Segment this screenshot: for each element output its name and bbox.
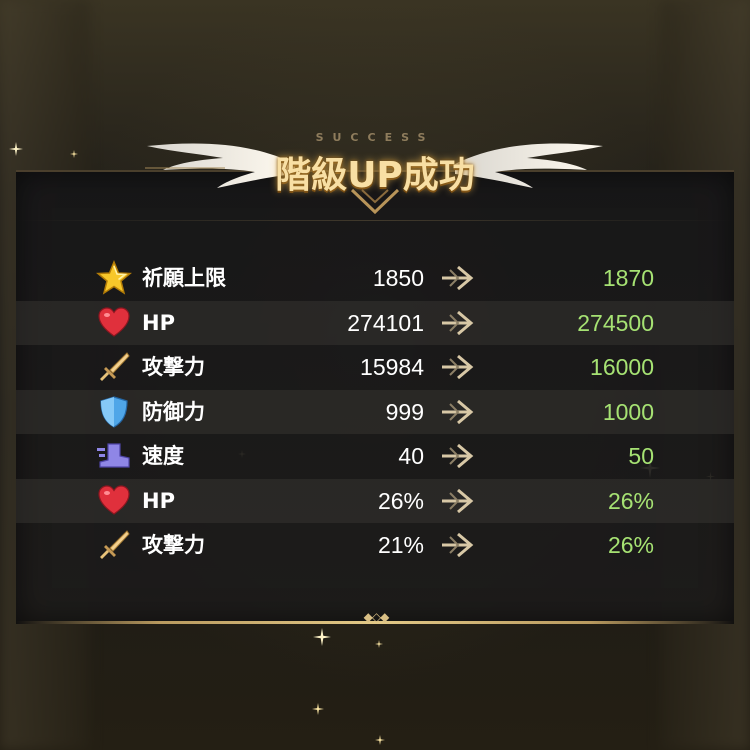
sparkle-icon [9, 142, 23, 156]
stat-label: HP [142, 488, 175, 513]
boot-icon [96, 438, 132, 474]
arrow-right-icon [440, 530, 474, 560]
stat-label: 祈願上限 [142, 266, 226, 290]
stat-old-value: 274101 [347, 309, 424, 336]
stat-label: HP [142, 310, 175, 335]
heart-icon [96, 483, 132, 519]
stat-row: 防御力 999 1000 [16, 389, 734, 434]
stat-new-value: 1870 [602, 265, 654, 291]
sparkle-icon [375, 735, 385, 745]
sparkle-icon [375, 640, 383, 648]
arrow-right-icon [440, 263, 474, 293]
stat-label: 攻撃力 [142, 533, 205, 557]
stat-label: 速度 [142, 444, 184, 468]
stat-old-value: 21% [377, 532, 424, 558]
stat-old-value: 1850 [372, 265, 424, 291]
star-icon [96, 260, 132, 296]
sparkle-icon [70, 150, 78, 158]
stat-old-value: 26% [377, 487, 424, 514]
arrow-right-icon [440, 486, 474, 516]
stat-old-value: 40 [398, 443, 424, 469]
stat-row: 速度 40 50 [16, 434, 734, 479]
shield-icon [96, 394, 132, 430]
result-header: SUCCESS 階級UP成功 [145, 128, 605, 218]
stat-new-value: 26% [607, 532, 654, 558]
arrow-right-icon [440, 441, 474, 471]
arrow-right-icon [440, 397, 474, 427]
sparkle-icon [312, 703, 324, 715]
sparkle-icon [313, 628, 331, 646]
sword-icon [96, 527, 132, 563]
stat-old-value: 999 [385, 398, 424, 425]
stat-row: HP 26% 26% [16, 478, 734, 523]
stat-new-value: 26% [607, 487, 654, 514]
arrow-right-icon [440, 352, 474, 382]
stat-label: 防御力 [142, 399, 205, 424]
stat-new-value: 16000 [590, 354, 654, 380]
stat-old-value: 15984 [360, 354, 424, 380]
stat-label: 攻撃力 [142, 355, 205, 379]
chevron-down-icon [350, 188, 400, 215]
stat-row: 祈願上限 1850 1870 [16, 256, 734, 301]
arrow-right-icon [440, 308, 474, 338]
heart-icon [96, 305, 132, 341]
stat-list: 祈願上限 1850 1870 HP 274101 274500 攻撃力 15984 16000 防… [16, 256, 734, 568]
stat-new-value: 50 [628, 443, 654, 469]
stat-row: HP 274101 274500 [16, 300, 734, 345]
stat-row: 攻撃力 15984 16000 [16, 345, 734, 390]
panel-divider [16, 220, 734, 221]
stat-new-value: 1000 [602, 398, 654, 425]
stat-new-value: 274500 [577, 309, 654, 336]
ornament-icon: ◆◇◆ [363, 610, 390, 624]
success-subtitle: SUCCESS [315, 131, 435, 144]
sword-icon [96, 349, 132, 385]
stat-row: 攻撃力 21% 26% [16, 523, 734, 568]
